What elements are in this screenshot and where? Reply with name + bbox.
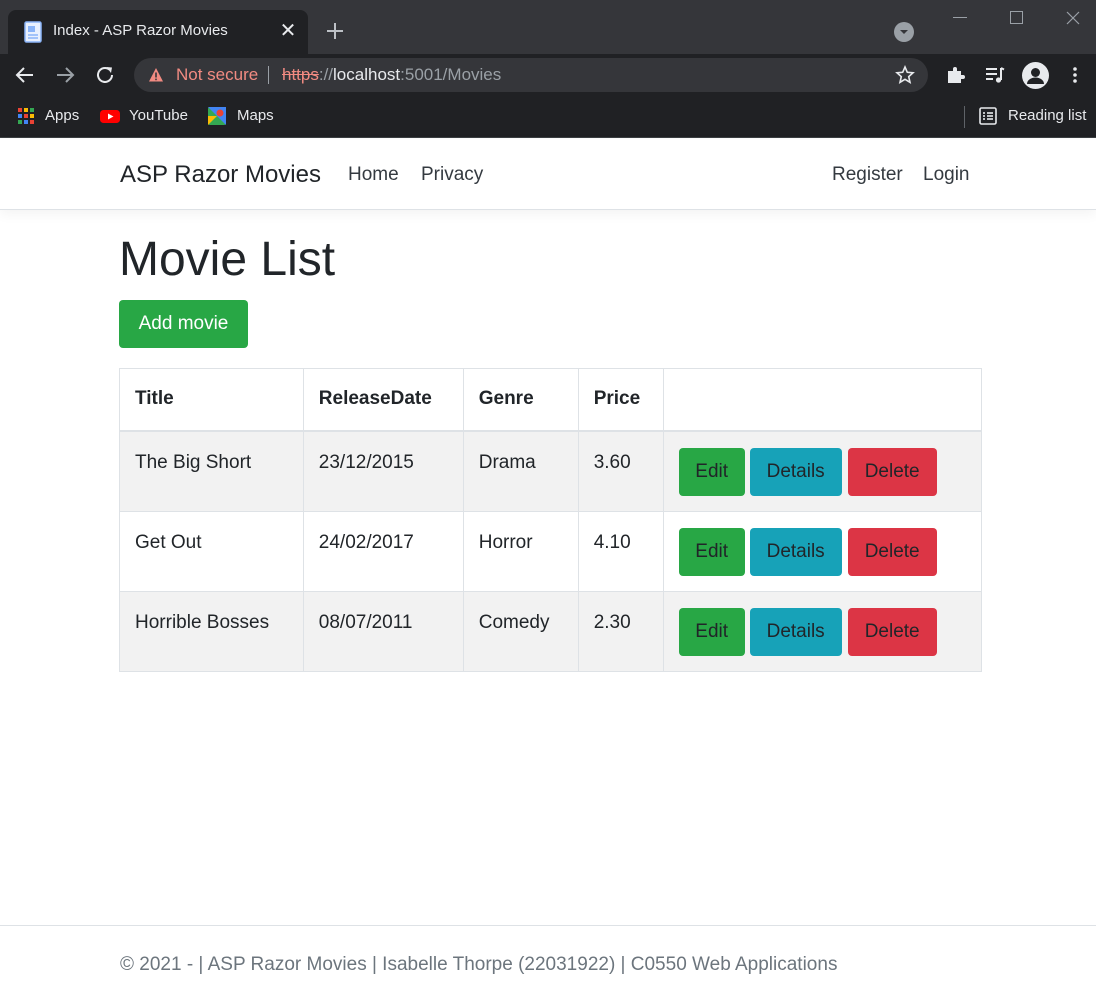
reading-list-icon[interactable] [979, 107, 997, 125]
url-host: localhost [333, 65, 401, 84]
url-separator: :// [318, 65, 334, 84]
nav-link-privacy[interactable]: Privacy [421, 164, 483, 186]
cell-genre: Comedy [462, 590, 579, 672]
footer-text: © 2021 - | ASP Razor Movies | Isabelle T… [120, 954, 838, 975]
details-button[interactable]: Details [749, 527, 842, 576]
delete-button[interactable]: Delete [847, 527, 937, 576]
table-row: Get Out 24/02/2017 Horror 4.10 Edit Deta… [119, 510, 983, 592]
browser-tab[interactable]: Index - ASP Razor Movies ✕ [8, 10, 308, 54]
cell-title: The Big Short [119, 430, 304, 512]
edit-button[interactable]: Edit [678, 607, 745, 656]
close-tab-icon[interactable]: ✕ [278, 19, 298, 43]
column-header-release-date: ReleaseDate [302, 368, 464, 432]
column-header-title: Title [119, 368, 304, 432]
nav-link-home[interactable]: Home [348, 164, 399, 186]
table-header-row: Title ReleaseDate Genre Price [119, 368, 983, 432]
nav-link-login[interactable]: Login [923, 164, 970, 186]
maximize-window-icon[interactable] [1010, 11, 1023, 24]
menu-kebab-icon[interactable] [1064, 64, 1086, 86]
table-row: Horrible Bosses 08/07/2011 Comedy 2.30 E… [119, 590, 983, 672]
bookmark-star-icon[interactable] [895, 65, 915, 85]
bookmark-reading-list[interactable]: Reading list [1008, 107, 1086, 127]
cell-price: 4.10 [577, 510, 664, 592]
cell-title: Get Out [119, 510, 304, 592]
url-path: :5001/Movies [400, 65, 502, 84]
tab-search-icon[interactable] [894, 22, 914, 42]
maps-icon[interactable] [208, 107, 226, 125]
back-arrow-icon[interactable] [14, 64, 36, 86]
column-header-actions [662, 368, 983, 432]
bookmarks-divider [964, 106, 965, 128]
youtube-icon[interactable] [100, 107, 120, 125]
page-title: Movie List [119, 233, 336, 286]
nav-link-register[interactable]: Register [832, 164, 903, 186]
column-header-genre: Genre [462, 368, 579, 432]
details-button[interactable]: Details [749, 607, 842, 656]
apps-grid-icon[interactable] [17, 107, 35, 125]
delete-button[interactable]: Delete [847, 607, 937, 656]
warning-icon[interactable] [148, 67, 164, 83]
cell-release-date: 08/07/2011 [302, 590, 464, 672]
close-window-icon[interactable] [1064, 9, 1082, 27]
cell-price: 3.60 [577, 430, 664, 512]
address-bar[interactable]: Not secure https://localhost:5001/Movies [134, 58, 928, 92]
bookmark-maps[interactable]: Maps [237, 107, 274, 127]
movies-table: Title ReleaseDate Genre Price The Big Sh… [119, 368, 983, 672]
navbar-brand[interactable]: ASP Razor Movies [120, 161, 321, 189]
tab-title: Index - ASP Razor Movies [53, 22, 228, 39]
url-text[interactable]: https://localhost:5001/Movies [282, 65, 501, 85]
extensions-puzzle-icon[interactable] [945, 64, 967, 86]
browser-tab-strip: Index - ASP Razor Movies ✕ [0, 0, 1096, 54]
edit-button[interactable]: Edit [678, 447, 745, 496]
page-footer: © 2021 - | ASP Razor Movies | Isabelle T… [0, 925, 1096, 997]
site-navbar: ASP Razor Movies Home Privacy Register L… [0, 139, 1096, 210]
omnibox-divider [268, 66, 269, 84]
cell-genre: Horror [462, 510, 579, 592]
cell-price: 2.30 [577, 590, 664, 672]
add-movie-button[interactable]: Add movie [119, 300, 248, 348]
cell-release-date: 24/02/2017 [302, 510, 464, 592]
bookmarks-bar: Apps YouTube Maps Reading list [0, 96, 1096, 138]
profile-avatar-icon[interactable] [1022, 62, 1049, 89]
bookmark-youtube[interactable]: YouTube [129, 107, 188, 127]
column-header-price: Price [577, 368, 664, 432]
table-row: The Big Short 23/12/2015 Drama 3.60 Edit… [119, 430, 983, 512]
delete-button[interactable]: Delete [847, 447, 937, 496]
browser-toolbar: Not secure https://localhost:5001/Movies [0, 54, 1096, 96]
cell-actions: Edit Details Delete [662, 510, 983, 592]
security-status[interactable]: Not secure [176, 65, 258, 85]
cell-title: Horrible Bosses [119, 590, 304, 672]
cell-actions: Edit Details Delete [662, 430, 983, 512]
url-scheme: https [282, 65, 319, 84]
details-button[interactable]: Details [749, 447, 842, 496]
reload-icon[interactable] [94, 64, 116, 86]
new-tab-icon[interactable] [322, 18, 348, 44]
cell-release-date: 23/12/2015 [302, 430, 464, 512]
document-icon [24, 21, 42, 43]
cell-actions: Edit Details Delete [662, 590, 983, 672]
cell-genre: Drama [462, 430, 579, 512]
minimize-window-icon[interactable] [953, 17, 967, 18]
edit-button[interactable]: Edit [678, 527, 745, 576]
forward-arrow-icon[interactable] [54, 64, 76, 86]
bookmark-apps[interactable]: Apps [45, 107, 79, 127]
media-control-icon[interactable] [984, 64, 1006, 86]
